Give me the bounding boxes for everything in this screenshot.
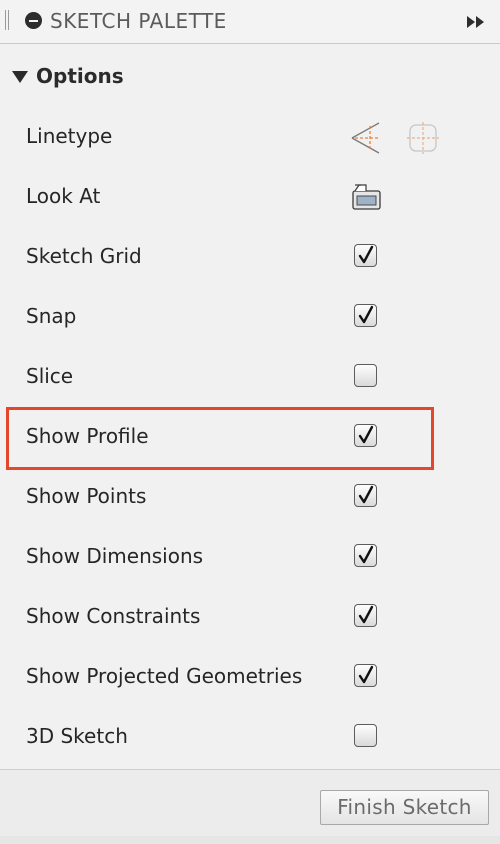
row-sketch-grid: Sketch Grid xyxy=(0,226,500,286)
row-label: Show Constraints xyxy=(26,604,201,628)
drag-grip-icon[interactable] xyxy=(5,10,9,30)
row-label: Show Projected Geometries xyxy=(26,664,303,688)
row-linetype: Linetype xyxy=(0,106,500,166)
show-profile-checkbox[interactable] xyxy=(354,424,377,447)
double-chevron-right-icon[interactable] xyxy=(466,14,486,28)
row-label: 3D Sketch xyxy=(26,724,128,748)
options-section: Options Linetype Look At Sketch Grid Sna… xyxy=(0,44,500,769)
row-label: Sketch Grid xyxy=(26,244,142,268)
row-snap: Snap xyxy=(0,286,500,346)
row-label: Show Points xyxy=(26,484,147,508)
show-points-checkbox[interactable] xyxy=(354,484,377,507)
snap-checkbox[interactable] xyxy=(354,304,377,327)
options-section-header[interactable]: Options xyxy=(0,44,500,108)
bottom-strip xyxy=(0,836,500,844)
show-projected-geometries-checkbox[interactable] xyxy=(354,664,377,687)
row-show-constraints: Show Constraints xyxy=(0,586,500,646)
row-show-projected-geometries: Show Projected Geometries xyxy=(0,646,500,706)
centerline-icon[interactable] xyxy=(406,121,440,155)
row-show-profile: Show Profile xyxy=(0,406,500,466)
row-label: Snap xyxy=(26,304,77,328)
slice-checkbox[interactable] xyxy=(354,364,377,387)
row-look-at: Look At xyxy=(0,166,500,226)
minus-circle-icon[interactable] xyxy=(25,12,42,29)
row-label: Look At xyxy=(26,184,101,208)
row-show-dimensions: Show Dimensions xyxy=(0,526,500,586)
show-dimensions-checkbox[interactable] xyxy=(354,544,377,567)
look-at-icon[interactable] xyxy=(350,182,384,212)
row-3d-sketch: 3D Sketch xyxy=(0,706,500,766)
palette-header[interactable]: SKETCH PALETTE xyxy=(0,0,500,44)
show-constraints-checkbox[interactable] xyxy=(354,604,377,627)
row-show-points: Show Points xyxy=(0,466,500,526)
palette-footer: Finish Sketch xyxy=(0,769,500,844)
row-label: Linetype xyxy=(26,124,113,148)
row-label: Show Profile xyxy=(26,424,149,448)
finish-sketch-button[interactable]: Finish Sketch xyxy=(320,790,489,825)
row-slice: Slice xyxy=(0,346,500,406)
sketch-palette: SKETCH PALETTE Options Linetype Look At … xyxy=(0,0,500,844)
sketch-grid-checkbox[interactable] xyxy=(354,244,377,267)
palette-title: SKETCH PALETTE xyxy=(50,9,227,33)
3d-sketch-checkbox[interactable] xyxy=(354,724,377,747)
collapse-triangle-icon[interactable] xyxy=(12,71,28,83)
options-title: Options xyxy=(36,64,124,88)
row-label: Show Dimensions xyxy=(26,544,204,568)
construction-line-icon[interactable] xyxy=(348,121,382,155)
row-label: Slice xyxy=(26,364,74,388)
